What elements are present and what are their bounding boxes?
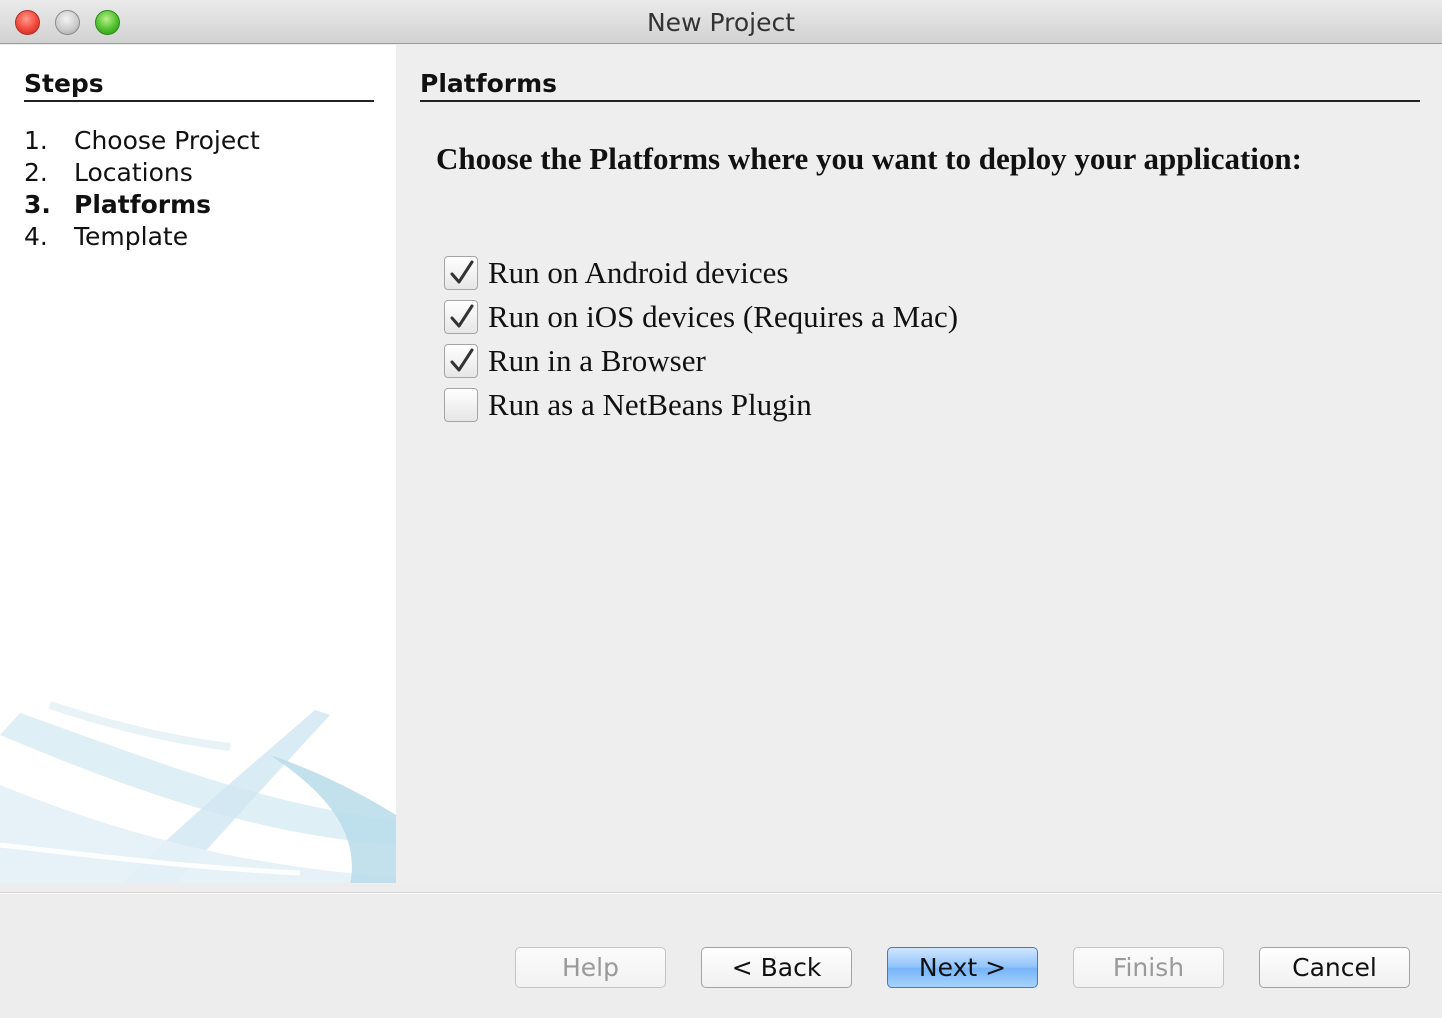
option-browser[interactable]: Run in a Browser	[444, 343, 706, 379]
steps-panel: Steps 1. Choose Project 2. Locations 3. …	[0, 45, 396, 883]
next-button[interactable]: Next >	[887, 947, 1038, 988]
footer-divider	[0, 892, 1442, 894]
cancel-button[interactable]: Cancel	[1259, 947, 1410, 988]
step-number: 3.	[24, 190, 51, 219]
step-label: Locations	[74, 158, 193, 187]
finish-button[interactable]: Finish	[1073, 947, 1224, 988]
step-number: 4.	[24, 222, 48, 251]
step-label: Platforms	[74, 190, 212, 219]
option-label: Run on iOS devices (Requires a Mac)	[488, 299, 959, 334]
option-netbeans-plugin[interactable]: Run as a NetBeans Plugin	[444, 387, 812, 423]
step-item-template: 4. Template	[24, 221, 260, 253]
ios-checkbox[interactable]	[444, 300, 478, 334]
window-title: New Project	[646, 8, 795, 37]
steps-list: 1. Choose Project 2. Locations 3. Platfo…	[24, 125, 260, 253]
option-label: Run as a NetBeans Plugin	[488, 387, 812, 422]
step-item-choose-project: 1. Choose Project	[24, 125, 260, 157]
option-ios[interactable]: Run on iOS devices (Requires a Mac)	[444, 299, 958, 335]
step-number: 2.	[24, 158, 48, 187]
help-button[interactable]: Help	[515, 947, 666, 988]
steps-heading: Steps	[24, 69, 374, 102]
back-button[interactable]: < Back	[701, 947, 852, 988]
option-label: Run in a Browser	[488, 343, 706, 378]
android-checkbox[interactable]	[444, 256, 478, 290]
checkmark-icon	[450, 304, 474, 328]
browser-checkbox[interactable]	[444, 344, 478, 378]
section-heading: Platforms	[420, 69, 1420, 102]
step-item-platforms: 3. Platforms	[24, 189, 260, 221]
swoosh-decoration	[0, 701, 396, 883]
step-label: Template	[74, 222, 189, 251]
title-bar: New Project	[0, 0, 1442, 44]
checkmark-icon	[450, 260, 474, 284]
instruction-text: Choose the Platforms where you want to d…	[436, 141, 1302, 176]
checkmark-icon	[450, 348, 474, 372]
step-number: 1.	[24, 126, 48, 155]
step-label: Choose Project	[74, 126, 260, 155]
option-android[interactable]: Run on Android devices	[444, 255, 789, 291]
netbeans-plugin-checkbox[interactable]	[444, 388, 478, 422]
content-panel: Platforms Choose the Platforms where you…	[396, 45, 1442, 883]
option-label: Run on Android devices	[488, 255, 789, 290]
step-item-locations: 2. Locations	[24, 157, 260, 189]
